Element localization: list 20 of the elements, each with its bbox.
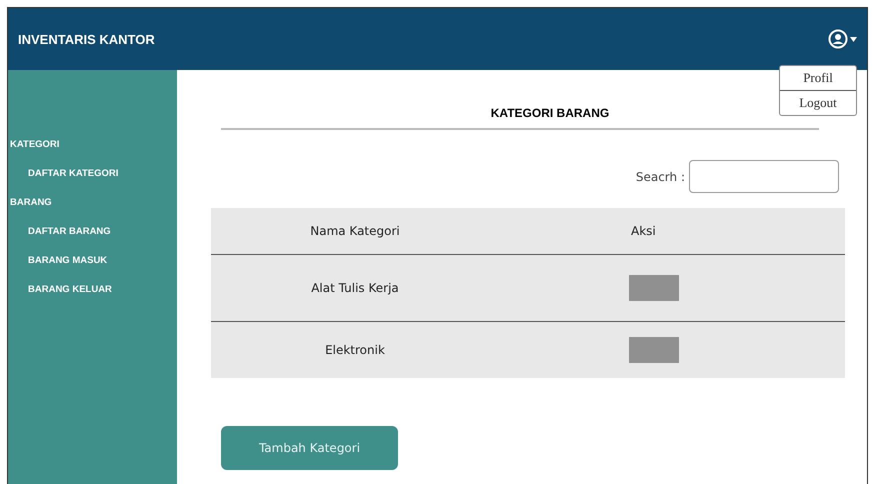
menu-item[interactable]: Profil [780,66,856,91]
app-title: INVENTARIS KANTOR [18,32,155,46]
sidebar-item[interactable]: BARANG KELUAR [8,275,112,304]
search-label: Seacrh : [636,170,685,184]
column-header: Aksi [631,224,656,238]
sidebar-item[interactable]: BARANG MASUK [8,246,108,275]
menu-item[interactable]: Logout [780,91,856,115]
column-header: Nama Kategori [310,224,400,238]
table-cell: Elektronik [325,343,385,357]
caret-icon [850,36,857,42]
user-menu-button[interactable] [828,29,857,49]
page-title: KATEGORI BARANG [490,106,610,120]
sidebar-item[interactable]: BARANG [8,188,52,217]
add-category-button[interactable]: Tambah Kategori [221,426,398,470]
sidebar-item[interactable]: DAFTAR BARANG [8,217,111,246]
sidebar-item[interactable]: DAFTAR KATEGORI [8,159,118,188]
user-icon [828,29,848,49]
search-field[interactable] [689,160,839,193]
sidebar-item[interactable]: KATEGORI [8,130,60,159]
table-cell: Alat Tulis Kerja [311,281,399,295]
